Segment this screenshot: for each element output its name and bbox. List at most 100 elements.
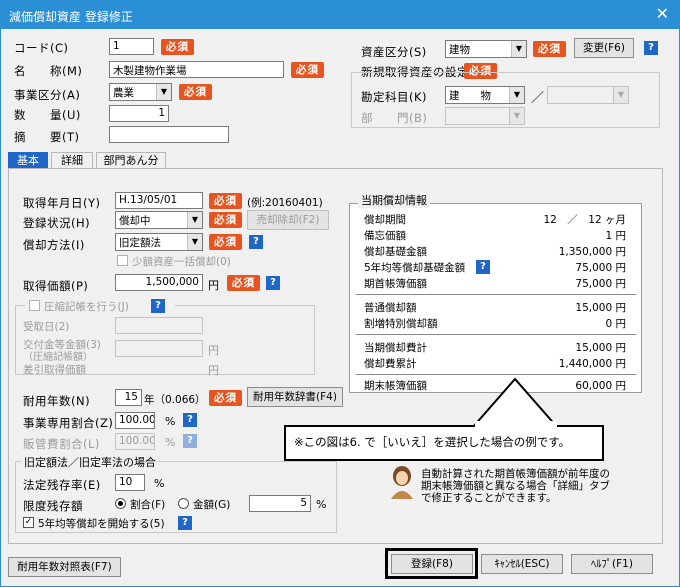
asset-class-label: 資産区分(S) xyxy=(361,45,427,59)
compression-label: 圧縮記帳を行う(J) xyxy=(44,301,129,313)
five-year-base-row: 5年均等償却基礎金額? 75,000 円 xyxy=(364,260,634,275)
business-value: 農業 xyxy=(113,87,134,99)
base-label: 償却基礎金額 xyxy=(364,246,427,258)
business-select[interactable]: 農業 ▼ xyxy=(109,83,172,101)
depreciation-info-title: 当期償却情報 xyxy=(358,192,430,208)
current-total-label: 当期償却費計 xyxy=(364,342,427,354)
slash-separator: ／ xyxy=(531,91,545,106)
acq-date-example: (例:20160401) xyxy=(247,197,323,209)
diff-price-label: 差引取得価額 xyxy=(23,364,86,376)
biz-ratio-help-icon[interactable]: ? xyxy=(183,413,197,427)
period-row: 償却期間 12 ／ 12 ヶ月 xyxy=(364,212,634,227)
useful-life-required-badge: 必須 xyxy=(209,390,242,406)
memo-value: 1 円 xyxy=(605,230,626,242)
reg-status-label: 登録状況(H) xyxy=(23,216,91,230)
tip-line-3: で修正することができます。 xyxy=(421,492,557,504)
amount-radio[interactable] xyxy=(178,498,189,509)
divider xyxy=(356,334,636,335)
useful-life-dict-button[interactable]: 耐用年数辞書(F4) xyxy=(247,387,343,407)
receipt-date-input[interactable] xyxy=(115,317,203,334)
special-value: 0 円 xyxy=(605,318,626,330)
fixed-rate-label: 法定残存率(E) xyxy=(23,478,101,492)
base-value: 1,350,000 円 xyxy=(558,246,626,258)
normal-row: 普通償却額 15,000 円 xyxy=(364,300,634,315)
five-year-help-icon[interactable]: ? xyxy=(178,516,192,530)
special-label: 割増特別償却額 xyxy=(364,318,438,330)
chevron-down-icon: ▼ xyxy=(509,108,524,124)
biz-ratio-label: 事業専用割合(Z) xyxy=(23,416,114,430)
title-bar: 減価償却資産 登録修正 ✕ xyxy=(1,1,679,29)
normal-label: 普通償却額 xyxy=(364,302,417,314)
method-select[interactable]: 旧定額法 ▼ xyxy=(115,233,203,251)
name-label: 名 称(M) xyxy=(14,64,83,78)
five-year-base-value: 75,000 円 xyxy=(575,262,626,274)
ratio-radio-label: 割合(F) xyxy=(130,499,166,511)
sale-disposal-button[interactable]: 売却除却(F2) xyxy=(247,210,329,230)
acq-price-unit: 円 xyxy=(208,279,219,292)
sales-ratio-help-icon[interactable]: ? xyxy=(183,434,197,448)
acq-price-help-icon[interactable]: ? xyxy=(266,276,280,290)
code-input[interactable]: 1 xyxy=(109,38,154,55)
five-year-base-help-icon[interactable]: ? xyxy=(476,260,490,274)
method-value: 旧定額法 xyxy=(119,237,161,249)
acq-date-required-badge: 必須 xyxy=(209,193,242,209)
method-label: 償却方法(I) xyxy=(23,238,85,252)
dept-select[interactable]: ▼ xyxy=(445,107,525,125)
sales-ratio-label: 販管費割合(L) xyxy=(23,437,100,451)
business-label: 事業区分(A) xyxy=(14,88,81,102)
small-amount-checkbox[interactable] xyxy=(117,255,128,266)
biz-ratio-input[interactable]: 100.00 xyxy=(115,412,155,429)
asset-class-help-icon[interactable]: ? xyxy=(644,41,658,55)
compression-checkbox[interactable] xyxy=(29,300,40,311)
asset-class-select[interactable]: 建物 ▼ xyxy=(445,40,527,58)
special-row: 割増特別償却額 0 円 xyxy=(364,316,634,331)
divider xyxy=(356,294,636,295)
help-button[interactable]: ﾍﾙﾌﾟ(F1) xyxy=(571,554,653,574)
chevron-down-icon: ▼ xyxy=(509,87,524,103)
limit-amount-input[interactable]: 5 xyxy=(249,495,311,512)
depreciation-info-panel: 当期償却情報 償却期間 12 ／ 12 ヶ月 備忘価額 1 円 償却基礎金額 1,35… xyxy=(349,192,642,393)
compression-help-icon[interactable]: ? xyxy=(151,299,165,313)
cancel-button[interactable]: ｷｬﾝｾﾙ(ESC) xyxy=(481,554,563,574)
five-year-base-label: 5年均等償却基礎金額 xyxy=(364,262,466,274)
subsidy-sub-label: （圧縮記帳額） xyxy=(23,352,93,363)
acq-price-required-badge: 必須 xyxy=(227,275,260,291)
limit-amount-unit: % xyxy=(316,498,327,511)
sub-account-select[interactable]: ▼ xyxy=(547,86,629,104)
change-button[interactable]: 変更(F6) xyxy=(574,38,634,58)
account-select[interactable]: 建 物 ▼ xyxy=(445,86,525,104)
name-required-badge: 必須 xyxy=(291,62,324,78)
reg-status-select[interactable]: 償却中 ▼ xyxy=(115,211,203,229)
account-value: 建 物 xyxy=(449,90,491,102)
useful-life-label: 耐用年数(N) xyxy=(23,394,91,408)
summary-label: 摘 要(T) xyxy=(14,130,80,144)
useful-life-input[interactable]: 15 xyxy=(115,389,142,406)
summary-input[interactable] xyxy=(109,126,229,143)
closing-book-value: 60,000 円 xyxy=(575,380,626,392)
account-label: 勘定科目(K) xyxy=(361,90,428,104)
callout-text: ※この図は6. で［いいえ］を選択した場合の例です。 xyxy=(294,435,571,449)
register-button[interactable]: 登録(F8) xyxy=(391,554,473,574)
fixed-rate-input[interactable]: 10 xyxy=(115,474,145,491)
normal-value: 15,000 円 xyxy=(575,302,626,314)
useful-life-table-button[interactable]: 耐用年数対照表(F7) xyxy=(8,557,121,577)
ratio-radio[interactable] xyxy=(115,498,126,509)
method-help-icon[interactable]: ? xyxy=(249,235,263,249)
quantity-input[interactable]: 1 xyxy=(109,105,169,122)
subsidy-input[interactable] xyxy=(115,340,203,357)
sales-ratio-input[interactable]: 100.00 xyxy=(115,433,155,450)
five-year-checkbox[interactable]: ✓ xyxy=(23,517,34,528)
asset-class-required-badge: 必須 xyxy=(533,41,566,57)
acq-date-label: 取得年月日(Y) xyxy=(23,196,101,210)
acq-price-input[interactable]: 1,500,000 xyxy=(115,274,203,291)
memo-row: 備忘価額 1 円 xyxy=(364,228,634,243)
reg-status-value: 償却中 xyxy=(119,215,151,227)
close-icon[interactable]: ✕ xyxy=(656,5,669,23)
register-dialog: 減価償却資産 登録修正 ✕ コード(C) 1 必須 名 称(M) 木製建物作業場… xyxy=(0,0,680,587)
callout-note: ※この図は6. で［いいえ］を選択した場合の例です。 xyxy=(284,425,604,461)
acq-date-input[interactable]: H.13/05/01 xyxy=(115,192,203,209)
memo-label: 備忘価額 xyxy=(364,230,406,242)
accumulated-value: 1,440,000 円 xyxy=(558,358,626,370)
reg-status-required-badge: 必須 xyxy=(209,212,242,228)
name-input[interactable]: 木製建物作業場 xyxy=(109,61,284,78)
